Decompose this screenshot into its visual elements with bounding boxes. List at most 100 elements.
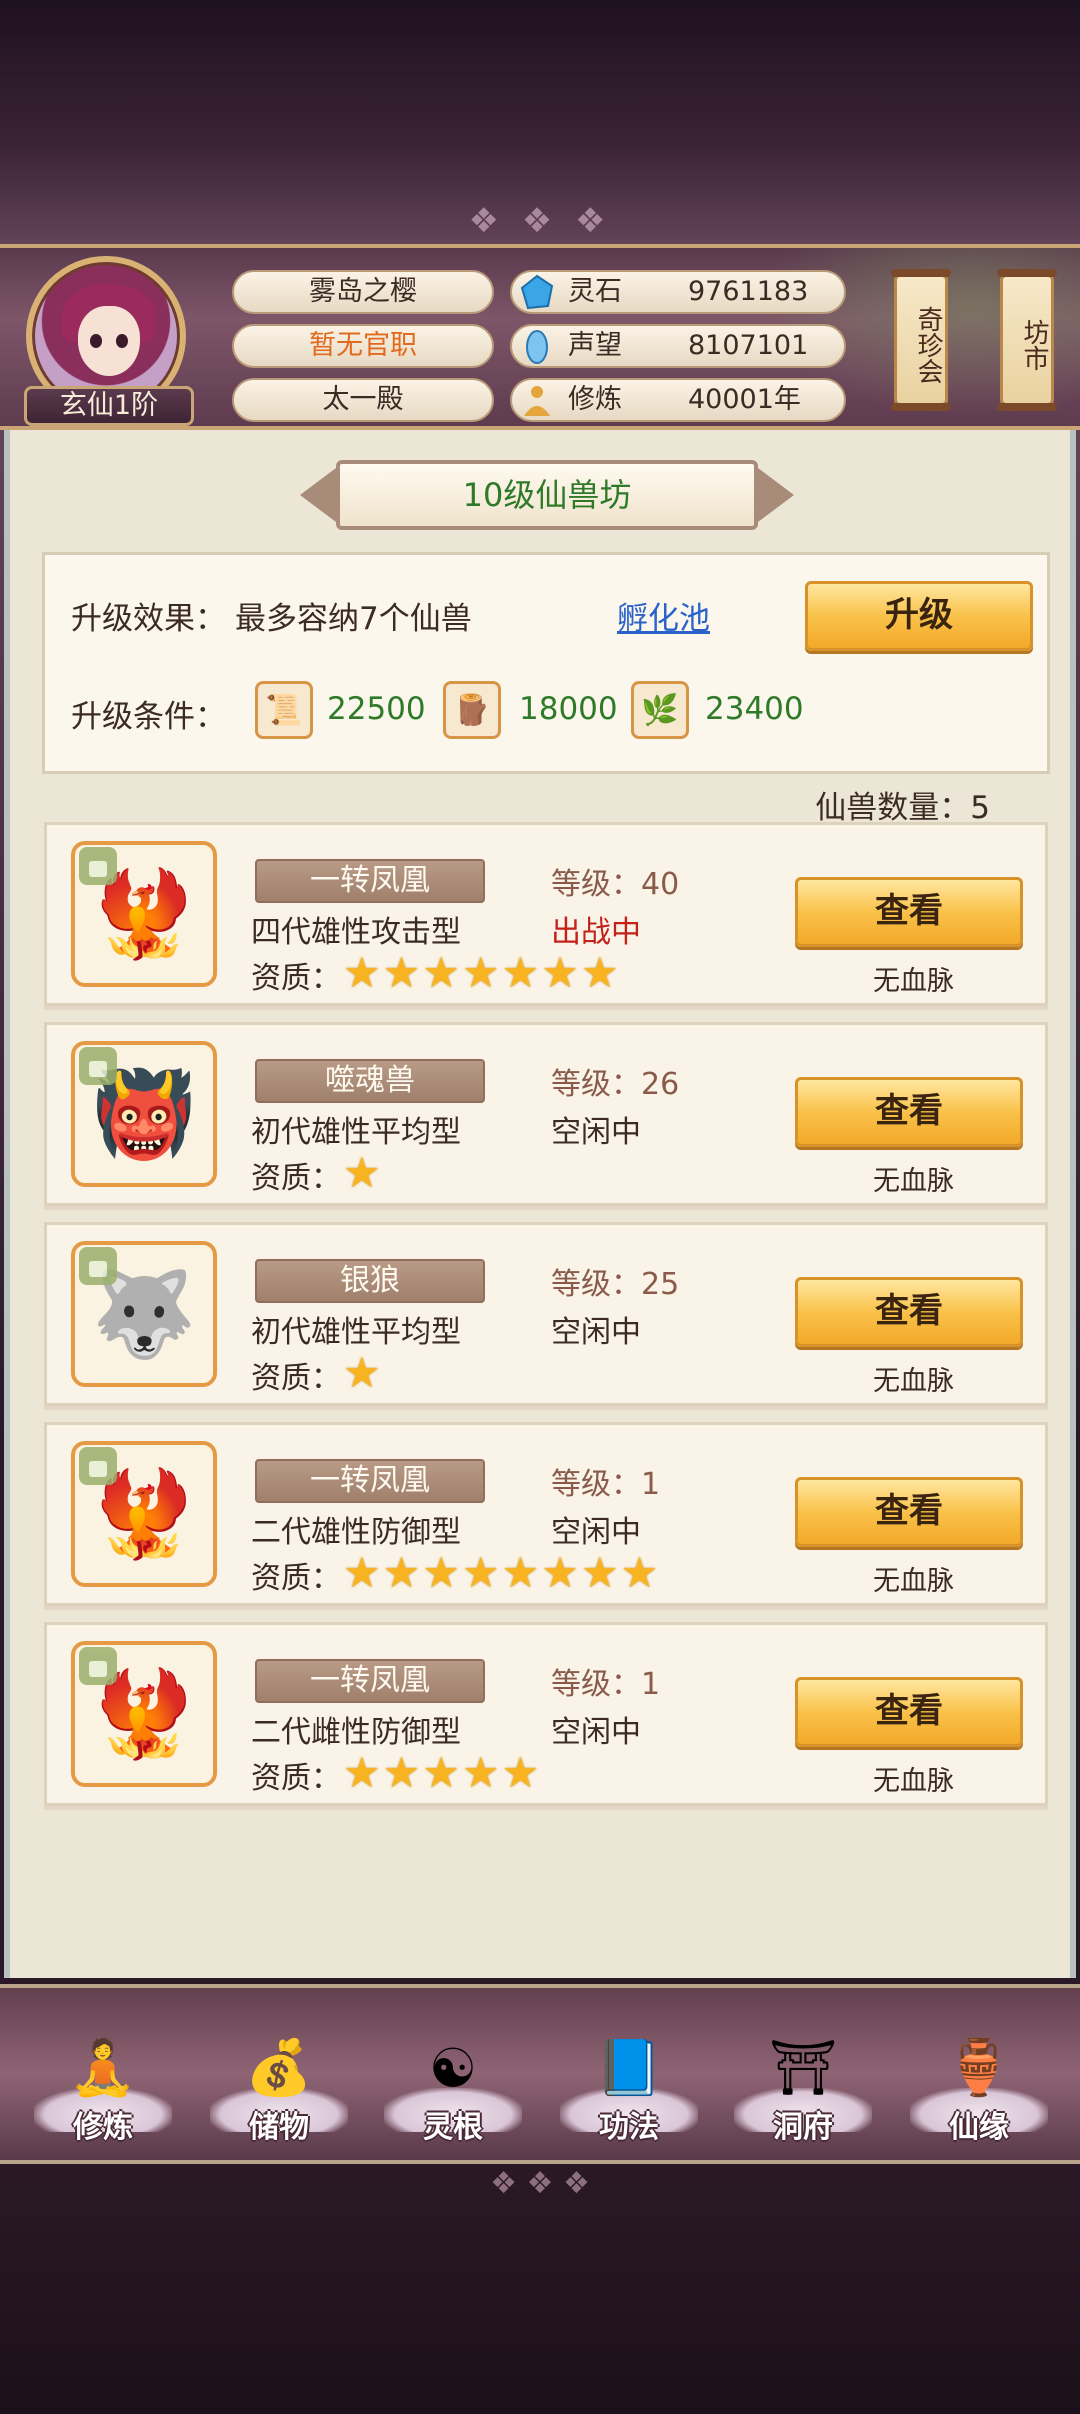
beast-card: 🐦‍🔥 一转凤凰 等级：40 四代雄性攻击型 出战中资质： ★ ★ ★ ★ ★ ★ ★ 查看无血脉: [44, 822, 1048, 1006]
beast-description: 二代雌性防御型: [251, 1715, 461, 1750]
star-icon: ★: [422, 948, 460, 997]
star-icon: ★: [343, 1348, 381, 1397]
star-icon: ★: [343, 1148, 381, 1197]
panel-title-plate: 10级仙兽坊: [300, 460, 794, 530]
lock-icon[interactable]: [79, 1047, 117, 1085]
upgrade-effect-value: 最多容纳7个仙兽: [235, 601, 472, 637]
nav-cave[interactable]: ⛩ 洞府: [728, 1998, 878, 2158]
beast-description: 初代雄性平均型: [251, 1315, 461, 1350]
view-button[interactable]: 查看: [795, 1077, 1023, 1147]
beast-card: 🐦‍🔥 一转凤凰 等级：1 二代雄性防御型 空闲中资质： ★ ★ ★ ★ ★ ★ ★ ★ 查看无血脉: [44, 1422, 1048, 1606]
cultivation-icon: [518, 382, 556, 420]
resource-reputation: 声望 8107101: [510, 324, 846, 368]
star-icon: ★: [501, 948, 540, 997]
bloodline-text: 无血脉: [873, 1766, 954, 1797]
rank-badge: 玄仙1阶: [24, 386, 194, 426]
view-button[interactable]: 查看: [795, 1477, 1023, 1547]
cost-value: 23400: [705, 691, 804, 727]
beast-name: 一转凤凰: [255, 1659, 485, 1703]
star-icon: ★: [382, 1748, 421, 1797]
beast-level: 等级：1: [551, 1667, 661, 1702]
view-button[interactable]: 查看: [795, 1677, 1023, 1747]
beast-level: 等级：40: [551, 867, 680, 902]
star-icon: ★: [461, 1748, 500, 1797]
bottom-nav: 🧘 修炼 💰 储物 ☯ 灵根 📘 功法 ⛩ 洞府 🏺 仙缘: [0, 1984, 1080, 2164]
view-button[interactable]: 查看: [795, 1277, 1023, 1347]
bloodline-text: 无血脉: [873, 1566, 954, 1597]
phoenix-icon[interactable]: 🐦‍🔥: [71, 841, 217, 987]
star-icon: ★: [461, 1548, 500, 1597]
silver-wolf-icon[interactable]: 🐺: [71, 1241, 217, 1387]
star-icon: ★: [541, 948, 579, 997]
phoenix-icon[interactable]: 🐦‍🔥: [71, 1441, 217, 1587]
wood-material-icon: 🪵: [443, 681, 501, 739]
beast-status: 空闲中: [551, 1515, 641, 1550]
lock-icon[interactable]: [79, 1647, 117, 1685]
quality-label: 资质：: [251, 1361, 341, 1396]
star-icon: ★: [620, 1548, 659, 1597]
star-icon: ★: [461, 948, 500, 997]
beast-description: 初代雄性平均型: [251, 1115, 461, 1150]
beast-level: 等级：1: [551, 1467, 661, 1502]
star-icon: ★: [343, 948, 381, 997]
beast-status: 空闲中: [551, 1115, 641, 1150]
phoenix-icon[interactable]: 🐦‍🔥: [71, 1641, 217, 1787]
star-icon: ★: [343, 1748, 381, 1797]
quality-stars: ★: [343, 1351, 381, 1395]
treasure-fair-button[interactable]: 奇珍会: [891, 269, 951, 411]
beast-status: 出战中: [551, 915, 641, 950]
lock-icon[interactable]: [79, 1247, 117, 1285]
quality-label: 资质：: [251, 1161, 341, 1196]
hall-name: 太一殿: [232, 378, 494, 422]
nav-technique[interactable]: 📘 功法: [554, 1998, 704, 2158]
official-title[interactable]: 暂无官职: [232, 324, 494, 368]
quality-stars: ★ ★ ★ ★ ★ ★ ★ ★: [343, 1551, 658, 1595]
top-ornament: ❖ ❖ ❖: [468, 201, 612, 241]
beast-description: 四代雄性攻击型: [251, 915, 461, 950]
star-icon: ★: [343, 1548, 381, 1597]
resource-spirit-stone: 灵石 9761183: [510, 270, 846, 314]
quality-label: 资质：: [251, 1561, 341, 1596]
hatch-pool-link[interactable]: 孵化池: [617, 593, 710, 638]
scroll-material-icon: 📜: [255, 681, 313, 739]
panel-title: 10级仙兽坊: [336, 460, 758, 530]
quality-label: 资质：: [251, 1761, 341, 1796]
view-button[interactable]: 查看: [795, 877, 1023, 947]
beast-name: 一转凤凰: [255, 859, 485, 903]
star-icon: ★: [422, 1748, 460, 1797]
reputation-icon: [518, 328, 556, 366]
beast-name: 噬魂兽: [255, 1059, 485, 1103]
herb-material-icon: 🌿: [631, 681, 689, 739]
beast-name: 一转凤凰: [255, 1459, 485, 1503]
beast-status: 空闲中: [551, 1715, 641, 1750]
lock-icon[interactable]: [79, 847, 117, 885]
upgrade-box: 升级效果： 最多容纳7个仙兽 孵化池 升级 升级条件： 📜 22500 🪵 18…: [42, 552, 1050, 774]
beast-description: 二代雄性防御型: [251, 1515, 461, 1550]
market-button[interactable]: 坊市: [997, 269, 1057, 411]
quality-stars: ★ ★ ★ ★ ★ ★ ★: [343, 951, 619, 995]
star-icon: ★: [541, 1548, 579, 1597]
lock-icon[interactable]: [79, 1447, 117, 1485]
spirit-stone-icon: [518, 274, 556, 312]
quality-label: 资质：: [251, 961, 341, 996]
upgrade-button[interactable]: 升级: [805, 581, 1033, 651]
nav-fate[interactable]: 🏺 仙缘: [904, 1998, 1054, 2158]
beast-name: 银狼: [255, 1259, 485, 1303]
star-icon: ★: [501, 1548, 540, 1597]
bloodline-text: 无血脉: [873, 966, 954, 997]
bottom-ornament: ❖ ❖ ❖: [490, 2166, 590, 2201]
beast-card: 🐦‍🔥 一转凤凰 等级：1 二代雌性防御型 空闲中 资质： ★ ★ ★ ★ ★ 查看 无血脉: [44, 1622, 1048, 1806]
star-icon: ★: [382, 948, 421, 997]
nav-storage[interactable]: 💰 储物: [204, 1998, 354, 2158]
soul-beast-icon[interactable]: 👹: [71, 1041, 217, 1187]
bloodline-text: 无血脉: [873, 1366, 954, 1397]
resource-cultivation: 修炼 40001年: [510, 378, 846, 422]
star-icon: ★: [580, 1548, 619, 1597]
beast-card: 👹 噬魂兽 等级：26 初代雄性平均型 空闲中 资质： ★ 查看 无血脉: [44, 1022, 1048, 1206]
beast-workshop-panel: 10级仙兽坊 升级效果： 最多容纳7个仙兽 孵化池 升级 升级条件： 📜 225…: [4, 430, 1076, 1978]
upgrade-condition-label: 升级条件：: [71, 699, 226, 735]
nav-spirit-root[interactable]: ☯ 灵根: [378, 1998, 528, 2158]
star-icon: ★: [501, 1748, 540, 1797]
upgrade-effect-label: 升级效果：: [71, 601, 226, 637]
nav-cultivate[interactable]: 🧘 修炼: [28, 1998, 178, 2158]
